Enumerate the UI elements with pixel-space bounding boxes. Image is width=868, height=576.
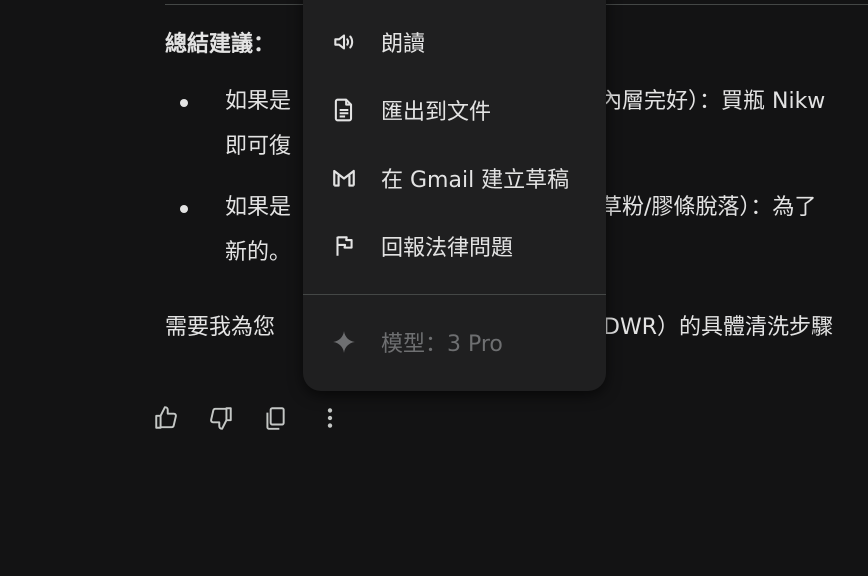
bullet-1-line-1-end: 內層完好）：買瓶 Nikw [600, 89, 826, 114]
thumbs-down-icon [210, 407, 232, 430]
followup-question-end: DWR）的具體清洗步驟 [603, 315, 833, 340]
more-vert-icon [327, 408, 333, 428]
bullet-1-line-2: 即可復 [225, 134, 292, 159]
bullet-2-line-2: 新的。 [225, 240, 292, 265]
menu-item-export-to-docs[interactable]: 匯出到文件 [303, 82, 606, 138]
menu-item-label: 匯出到文件 [381, 100, 492, 125]
menu-item-read-aloud[interactable]: 朗讀 [303, 14, 606, 70]
bullet-1-line-1-start: 如果是 [225, 89, 292, 114]
copy-icon [266, 407, 285, 430]
menu-divider [303, 294, 606, 295]
gmail-icon [329, 163, 359, 193]
flag-icon [329, 231, 359, 261]
model-info: 模型：3 Pro [303, 314, 606, 370]
menu-item-label: 回報法律問題 [381, 236, 514, 261]
sparkle-icon [329, 327, 359, 357]
more-options-menu: 朗讀 匯出到文件 在 Gmail 建立草稿 回報法律問題 模型：3 Pro [303, 0, 606, 391]
thumbs-down-button[interactable] [205, 402, 237, 434]
bullet-2-line-1-end: 草粉/膠條脫落）：為了 [600, 195, 817, 220]
document-icon [329, 95, 359, 125]
bullet-dot [180, 99, 188, 107]
menu-item-label: 在 Gmail 建立草稿 [381, 168, 570, 193]
summary-heading: 總結建議： [165, 32, 276, 57]
thumbs-up-button[interactable] [150, 402, 182, 434]
thumbs-up-icon [155, 406, 177, 429]
more-options-button[interactable] [314, 402, 346, 434]
menu-item-gmail-draft[interactable]: 在 Gmail 建立草稿 [303, 150, 606, 206]
bullet-dot [180, 205, 188, 213]
model-label: 模型：3 Pro [381, 332, 503, 357]
chat-response-page: 總結建議： 如果是 內層完好）：買瓶 Nikw 即可復 如果是 草粉/膠條脫落）… [0, 0, 868, 576]
copy-button[interactable] [259, 402, 291, 434]
followup-question-start: 需要我為您 [165, 315, 276, 340]
menu-item-report-legal[interactable]: 回報法律問題 [303, 218, 606, 274]
bullet-2-line-1-start: 如果是 [225, 195, 292, 220]
volume-icon [329, 27, 359, 57]
menu-item-label: 朗讀 [381, 32, 426, 57]
